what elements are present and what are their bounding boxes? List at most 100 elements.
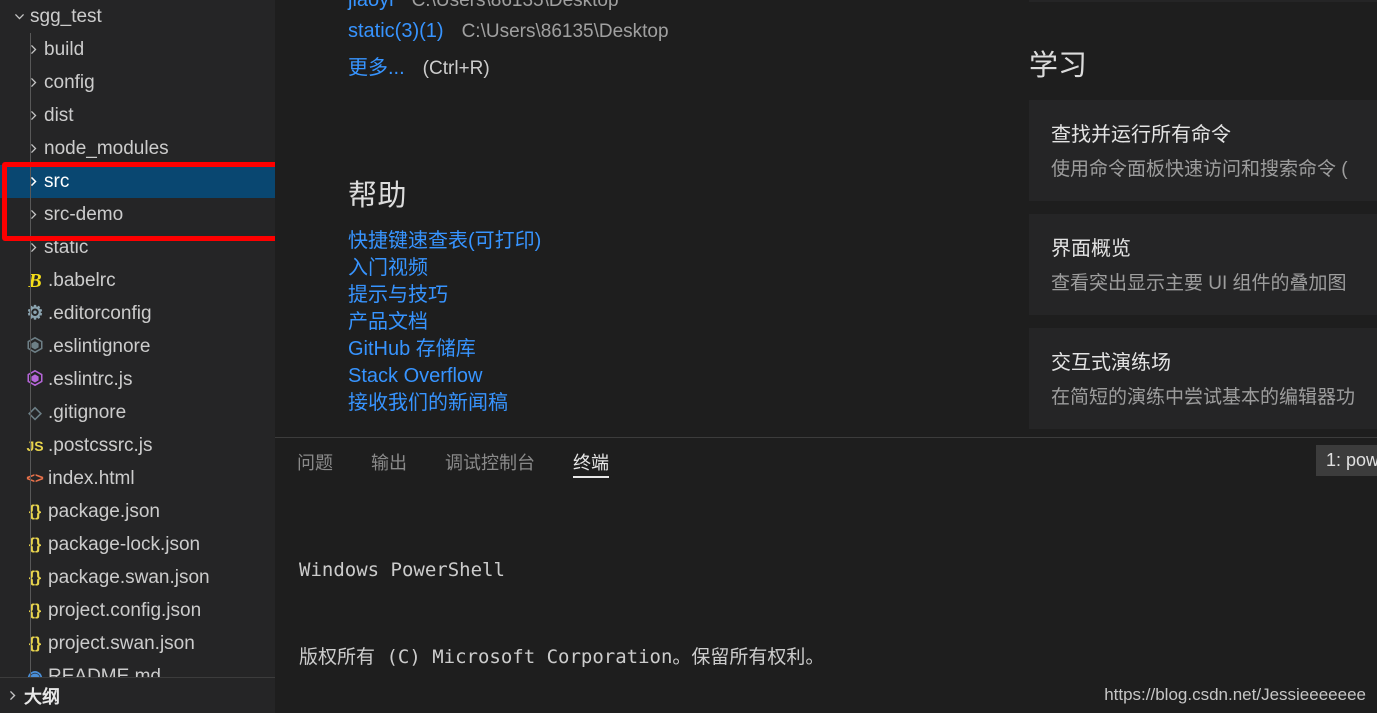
help-link-documentation[interactable]: 产品文档 [348, 309, 428, 336]
help-link-keyboard-shortcuts[interactable]: 快捷键速查表(可打印) [348, 228, 541, 255]
tree-row-label: package.json [48, 500, 160, 522]
tree-row-label: node_modules [44, 137, 169, 159]
tree-row-folder-dist[interactable]: dist [0, 99, 275, 132]
more-link[interactable]: 更多... [348, 51, 405, 80]
help-link-stack-overflow[interactable]: Stack Overflow [348, 363, 482, 390]
markdown-icon: ◉ [27, 666, 43, 678]
tree-row-label: project.swan.json [48, 632, 195, 654]
tree-row-file-readme[interactable]: ◉ README.md [0, 660, 275, 678]
file-tree[interactable]: sgg_test build config dist node_modules … [0, 0, 275, 677]
help-link-tips-and-tricks[interactable]: 提示与技巧 [348, 282, 448, 309]
tree-row-file-gitignore[interactable]: ◇ .gitignore [0, 396, 275, 429]
tree-row-folder-src-demo[interactable]: src-demo [0, 198, 275, 231]
recent-more-row[interactable]: 更多... (Ctrl+R) [348, 51, 669, 80]
learn-card-command-palette[interactable]: 查找并运行所有命令 使用命令面板快速访问和搜索命令 ( [1028, 100, 1377, 201]
json-icon: {} [28, 535, 42, 553]
learn-card-heading: 交互式演练场 [1050, 352, 1171, 374]
tree-row-label: build [44, 38, 85, 60]
terminal-line: 版权所有 (C) Microsoft Corporation。保留所有权利。 [299, 646, 825, 668]
terminal-line: Windows PowerShell [299, 559, 505, 581]
learn-card-heading: 界面概览 [1050, 238, 1131, 260]
learn-card-interface-overview[interactable]: 界面概览 查看突出显示主要 UI 组件的叠加图 [1028, 214, 1377, 315]
tree-row-label: .postcssrc.js [48, 434, 153, 456]
eslint-icon [22, 369, 48, 390]
tree-row-label: package-lock.json [48, 533, 201, 555]
card-clipped-top [1028, 0, 1377, 2]
tab-debug-console[interactable]: 调试控制台 [445, 438, 535, 486]
welcome-right-column: 学习 查找并运行所有命令 使用命令面板快速访问和搜索命令 ( 界面概览 查看突出… [1009, 0, 1377, 437]
chevron-right-icon[interactable] [22, 76, 44, 89]
json-icon: {} [28, 568, 42, 586]
chevron-right-icon[interactable] [0, 689, 24, 702]
tree-row-folder-build[interactable]: build [0, 33, 275, 66]
tree-row-label: src [44, 170, 70, 192]
chevron-right-icon[interactable] [22, 241, 44, 254]
chevron-right-icon[interactable] [22, 175, 44, 188]
tree-row-file-eslintignore[interactable]: .eslintignore [0, 330, 275, 363]
help-link-intro-videos[interactable]: 入门视频 [348, 255, 428, 282]
welcome-page: jiaoyi C:\Users\86135\Desktop static(3)(… [275, 0, 1377, 437]
watermark-text: https://blog.csdn.net/Jessieeeeeee [1104, 685, 1366, 704]
chevron-right-icon[interactable] [22, 109, 44, 122]
learn-card-description: 查看突出显示主要 UI 组件的叠加图 [1050, 273, 1347, 294]
help-link-list: 快捷键速查表(可打印) 入门视频 提示与技巧 产品文档 GitHub 存储库 S… [348, 228, 541, 417]
panel-tab-bar: 问题 输出 调试控制台 终端 1: powershell [275, 438, 1377, 486]
tree-row-file-project-swan-json[interactable]: {} project.swan.json [0, 627, 275, 660]
chevron-down-icon[interactable] [8, 10, 30, 23]
chevron-right-icon[interactable] [22, 208, 44, 221]
tree-row-label: dist [44, 104, 74, 126]
recent-path: C:\Users\86135\Desktop [461, 21, 669, 42]
tree-row-file-eslintrc[interactable]: .eslintrc.js [0, 363, 275, 396]
recent-name[interactable]: jiaoyi [348, 0, 394, 12]
tree-row-folder-static[interactable]: static [0, 231, 275, 264]
json-icon: {} [28, 634, 42, 652]
bottom-panel: 问题 输出 调试控制台 终端 1: powershell Windows Pow… [275, 437, 1377, 677]
tab-terminal[interactable]: 终端 [573, 438, 609, 486]
tree-indent-guide [30, 33, 31, 677]
help-section: 帮助 快捷键速查表(可打印) 入门视频 提示与技巧 产品文档 GitHub 存储… [348, 172, 541, 417]
tree-row-folder-src[interactable]: src [0, 165, 275, 198]
tree-row-file-index-html[interactable]: <> index.html [0, 462, 275, 495]
tree-row-folder-node-modules[interactable]: node_modules [0, 132, 275, 165]
learn-card-heading: 查找并运行所有命令 [1050, 124, 1231, 146]
tree-row-file-postcssrc[interactable]: JS .postcssrc.js [0, 429, 275, 462]
tree-row-label: sgg_test [30, 5, 102, 27]
recent-item[interactable]: jiaoyi C:\Users\86135\Desktop [348, 0, 669, 12]
recent-path: C:\Users\86135\Desktop [411, 0, 619, 11]
tree-row-label: README.md [48, 665, 161, 678]
tree-row-label: .editorconfig [48, 302, 152, 324]
learn-card-description: 在简短的演练中尝试基本的编辑器功 [1050, 387, 1355, 408]
chevron-right-icon[interactable] [22, 142, 44, 155]
tree-row-file-editorconfig[interactable]: ⚙ .editorconfig [0, 297, 275, 330]
learn-title: 学习 [1028, 50, 1087, 82]
tree-row-label: .eslintignore [48, 335, 151, 357]
chevron-right-icon[interactable] [22, 43, 44, 56]
editor-area: jiaoyi C:\Users\86135\Desktop static(3)(… [275, 0, 1377, 713]
javascript-icon: JS [26, 437, 44, 454]
tree-row-file-package-swan-json[interactable]: {} package.swan.json [0, 561, 275, 594]
html-icon: <> [26, 470, 44, 487]
terminal-instance-select[interactable]: 1: powershell [1316, 445, 1377, 476]
json-icon: {} [28, 601, 42, 619]
recent-item[interactable]: static(3)(1) C:\Users\86135\Desktop [348, 20, 669, 43]
outline-section-header[interactable]: 大纲 [0, 677, 275, 713]
tree-row-label: config [44, 71, 95, 93]
tree-row-file-babelrc[interactable]: B .babelrc [0, 264, 275, 297]
tree-row-label: index.html [48, 467, 135, 489]
tab-output[interactable]: 输出 [371, 438, 407, 486]
tree-row-file-package-json[interactable]: {} package.json [0, 495, 275, 528]
welcome-left-column: jiaoyi C:\Users\86135\Desktop static(3)(… [275, 0, 1009, 437]
recent-name[interactable]: static(3)(1) [348, 20, 444, 43]
tree-row-root-folder[interactable]: sgg_test [0, 0, 275, 33]
tab-problems[interactable]: 问题 [297, 438, 333, 486]
gear-icon: ⚙ [26, 303, 44, 324]
tree-row-label: .eslintrc.js [48, 368, 133, 390]
tree-row-folder-config[interactable]: config [0, 66, 275, 99]
help-link-newsletter[interactable]: 接收我们的新闻稿 [348, 390, 508, 417]
help-link-github-repository[interactable]: GitHub 存储库 [348, 336, 476, 363]
tree-row-file-project-config-json[interactable]: {} project.config.json [0, 594, 275, 627]
recent-list: jiaoyi C:\Users\86135\Desktop static(3)(… [348, 0, 669, 88]
learn-card-interactive-playground[interactable]: 交互式演练场 在简短的演练中尝试基本的编辑器功 [1028, 328, 1377, 429]
more-shortcut: (Ctrl+R) [422, 58, 490, 79]
tree-row-file-package-lock-json[interactable]: {} package-lock.json [0, 528, 275, 561]
